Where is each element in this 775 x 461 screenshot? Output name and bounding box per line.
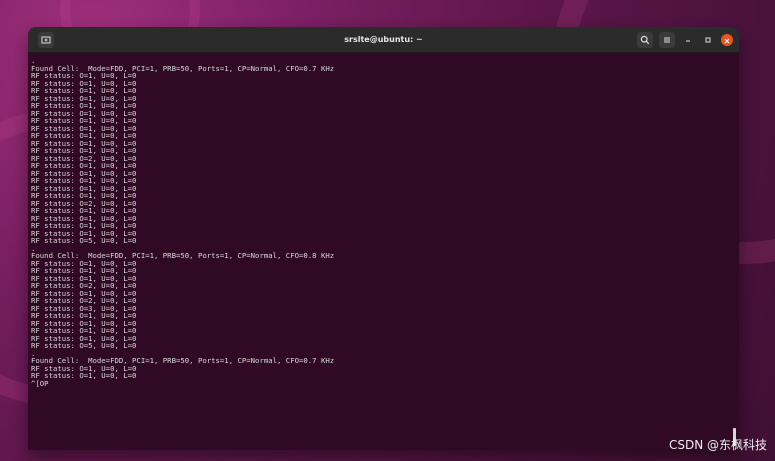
terminal-line: RF status: O=1, U=0, L=0 xyxy=(31,326,137,335)
terminal-line: Found Cell: Mode=FDD, PCI=1, PRB=50, Por… xyxy=(31,63,335,73)
minimize-icon xyxy=(683,30,693,49)
terminal-line: RF status: O=2, U=0, L=0 xyxy=(31,153,137,163)
terminal-line: RF status: O=1, U=0, L=0 xyxy=(31,86,137,95)
terminal-line: RF status: O=3, U=0, L=0 xyxy=(31,303,137,313)
terminal-line: RF status: O=1, U=0, L=0 xyxy=(31,213,137,223)
terminal-line: ^[OP xyxy=(31,378,49,388)
terminal-line: RF status: O=1, U=0, L=0 xyxy=(31,228,137,238)
terminal-line: RF status: O=1, U=0, L=0 xyxy=(31,101,137,110)
terminal-line: RF status: O=1, U=0, L=0 xyxy=(31,168,137,178)
terminal-line: RF status: O=1, U=0, L=0 xyxy=(31,318,137,328)
terminal-line: Found Cell: Mode=FDD, PCI=1, PRB=50, Por… xyxy=(31,251,335,260)
terminal-line: RF status: O=1, U=0, L=0 xyxy=(31,258,137,268)
close-icon xyxy=(723,30,731,49)
terminal-line: RF status: O=1, U=0, L=0 xyxy=(31,71,137,80)
close-button[interactable] xyxy=(721,33,733,46)
terminal-line: RF status: O=1, U=0, L=0 xyxy=(31,176,137,185)
terminal-line: RF status: O=1, U=0, L=0 xyxy=(31,333,137,343)
terminal-line: RF status: O=2, U=0, L=0 xyxy=(31,198,137,208)
window-title: srslte@ubuntu: ~ xyxy=(344,35,423,44)
terminal-output[interactable]: . Found Cell: Mode=FDD, PCI=1, PRB=50, Po… xyxy=(28,53,739,450)
terminal-line: RF status: O=1, U=0, L=0 xyxy=(31,183,137,193)
terminal-line: RF status: O=1, U=0, L=0 xyxy=(31,161,137,170)
terminal-line: RF status: O=1, U=0, L=0 xyxy=(31,116,137,125)
terminal-line: RF status: O=1, U=0, L=0 xyxy=(31,371,137,380)
new-tab-icon xyxy=(41,30,51,49)
terminal-line: RF status: O=1, U=0, L=0 xyxy=(31,191,137,200)
terminal-line: RF status: O=1, U=0, L=0 xyxy=(31,131,137,140)
terminal-line: RF status: O=5, U=0, L=0 xyxy=(31,236,137,245)
search-icon xyxy=(640,30,650,49)
terminal-line: Found Cell: Mode=FDD, PCI=1, PRB=50, Por… xyxy=(31,356,335,365)
terminal-line: RF status: O=1, U=0, L=0 xyxy=(31,123,137,133)
terminal-line: RF status: O=1, U=0, L=0 xyxy=(31,363,137,373)
terminal-line: RF status: O=1, U=0, L=0 xyxy=(31,78,137,88)
watermark: CSDN @东枫科技 xyxy=(668,438,767,452)
hamburger-menu-icon xyxy=(662,30,672,49)
terminal-line: RF status: O=1, U=0, L=0 xyxy=(31,266,137,275)
terminal-line: RF status: O=1, U=0, L=0 xyxy=(31,108,137,118)
maximize-icon xyxy=(703,30,713,49)
terminal-line: RF status: O=2, U=0, L=0 xyxy=(31,296,137,305)
terminal-window: srslte@ubuntu: ~ . Found Cell: Mode=FDD,… xyxy=(28,27,739,450)
menu-button[interactable] xyxy=(659,30,675,49)
terminal-line: RF status: O=1, U=0, L=0 xyxy=(31,273,137,283)
minimize-button[interactable] xyxy=(681,33,695,47)
title-bar[interactable]: srslte@ubuntu: ~ xyxy=(28,27,739,53)
terminal-line: RF status: O=1, U=0, L=0 xyxy=(31,146,137,155)
maximize-button[interactable] xyxy=(701,33,715,47)
terminal-line: RF status: O=5, U=0, L=0 xyxy=(31,341,137,350)
terminal-line: RF status: O=1, U=0, L=0 xyxy=(31,206,137,215)
terminal-line: RF status: O=1, U=0, L=0 xyxy=(31,288,137,298)
terminal-line: RF status: O=1, U=0, L=0 xyxy=(31,221,137,230)
search-button[interactable] xyxy=(637,30,653,49)
terminal-line: RF status: O=1, U=0, L=0 xyxy=(31,138,137,148)
terminal-line: RF status: O=2, U=0, L=0 xyxy=(31,281,137,290)
terminal-line: RF status: O=1, U=0, L=0 xyxy=(31,311,137,320)
terminal-line: RF status: O=1, U=0, L=0 xyxy=(31,93,137,103)
new-tab-button[interactable] xyxy=(38,30,54,49)
